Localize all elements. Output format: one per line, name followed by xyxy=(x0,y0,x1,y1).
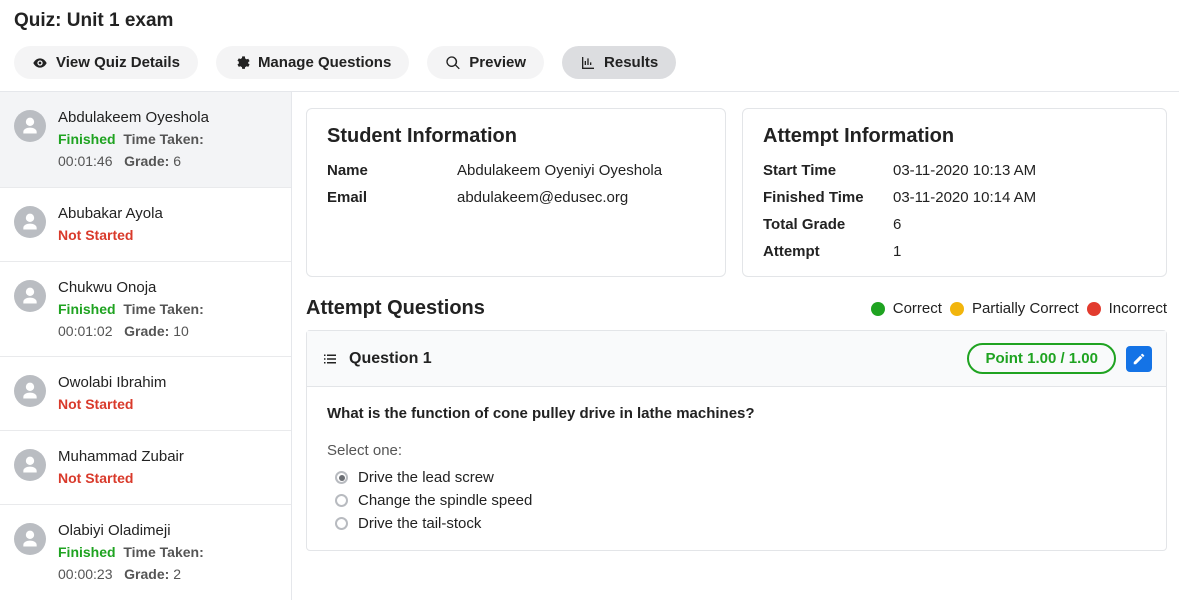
attempt-value: 1 xyxy=(893,243,1146,260)
student-name: Muhammad Zubair xyxy=(58,445,184,468)
dot-correct-icon xyxy=(871,302,885,316)
tab-label: Manage Questions xyxy=(258,54,391,71)
legend-partial: Partially Correct xyxy=(972,300,1079,317)
student-name: Olabiyi Oladimeji xyxy=(58,519,204,542)
time-taken-value: 00:00:23 xyxy=(58,566,113,582)
question-text: What is the function of cone pulley driv… xyxy=(327,405,1146,422)
avatar xyxy=(14,110,46,142)
main-content: Student Information Name Abdulakeem Oyen… xyxy=(292,92,1179,600)
attempt-info-card: Attempt Information Start Time 03-11-202… xyxy=(742,108,1167,277)
student-list-sidebar[interactable]: Abdulakeem Oyeshola Finished Time Taken:… xyxy=(0,92,292,600)
legend-correct: Correct xyxy=(893,300,942,317)
tab-label: Results xyxy=(604,54,658,71)
tab-view-details[interactable]: View Quiz Details xyxy=(14,46,198,79)
student-list-item[interactable]: Muhammad Zubair Not Started xyxy=(0,431,291,505)
student-name: Chukwu Onoja xyxy=(58,276,204,299)
tab-preview[interactable]: Preview xyxy=(427,46,544,79)
tab-label: Preview xyxy=(469,54,526,71)
avatar xyxy=(14,449,46,481)
status-badge: Not Started xyxy=(58,470,133,486)
time-taken-label: Time Taken: xyxy=(123,301,203,317)
finish-time-label: Finished Time xyxy=(763,189,893,206)
grade-label: Grade: xyxy=(124,153,169,169)
gear-icon xyxy=(234,55,250,71)
student-name: Abubakar Ayola xyxy=(58,202,163,225)
student-info-card: Student Information Name Abdulakeem Oyen… xyxy=(306,108,726,277)
student-list-item[interactable]: Abdulakeem Oyeshola Finished Time Taken:… xyxy=(0,92,291,188)
grade-value: 10 xyxy=(173,323,189,339)
student-list-item[interactable]: Chukwu Onoja Finished Time Taken: 00:01:… xyxy=(0,262,291,358)
select-one-label: Select one: xyxy=(327,442,1146,459)
email-value: abdulakeem@edusec.org xyxy=(457,189,705,206)
avatar xyxy=(14,280,46,312)
time-taken-value: 00:01:46 xyxy=(58,153,113,169)
answer-option: Drive the tail-stock xyxy=(335,515,1146,532)
status-badge: Finished xyxy=(58,131,116,147)
time-taken-label: Time Taken: xyxy=(123,544,203,560)
search-icon xyxy=(445,55,461,71)
attempt-questions-title: Attempt Questions xyxy=(306,297,485,320)
legend: Correct Partially Correct Incorrect xyxy=(871,300,1167,317)
grade-value: 6 xyxy=(173,153,181,169)
grade-label: Grade: xyxy=(124,323,169,339)
tab-manage-questions[interactable]: Manage Questions xyxy=(216,46,409,79)
point-badge: Point 1.00 / 1.00 xyxy=(967,343,1116,374)
chart-icon xyxy=(580,55,596,71)
name-label: Name xyxy=(327,162,457,179)
status-badge: Finished xyxy=(58,544,116,560)
question-card: Question 1 Point 1.00 / 1.00 What is the… xyxy=(306,330,1167,551)
option-text: Drive the tail-stock xyxy=(358,515,481,532)
legend-incorrect: Incorrect xyxy=(1109,300,1167,317)
dot-partial-icon xyxy=(950,302,964,316)
student-name: Abdulakeem Oyeshola xyxy=(58,106,209,129)
attempt-label: Attempt xyxy=(763,243,893,260)
answer-option: Drive the lead screw xyxy=(335,469,1146,486)
name-value: Abdulakeem Oyeniyi Oyeshola xyxy=(457,162,705,179)
time-taken-label: Time Taken: xyxy=(123,131,203,147)
status-badge: Finished xyxy=(58,301,116,317)
tabs-bar: View Quiz Details Manage Questions Previ… xyxy=(14,46,1165,91)
time-taken-value: 00:01:02 xyxy=(58,323,113,339)
tab-results[interactable]: Results xyxy=(562,46,676,79)
grade-label: Grade: xyxy=(124,566,169,582)
eye-icon xyxy=(32,55,48,71)
start-time-value: 03-11-2020 10:13 AM xyxy=(893,162,1146,179)
avatar xyxy=(14,206,46,238)
student-list-item[interactable]: Olabiyi Oladimeji Finished Time Taken: 0… xyxy=(0,505,291,600)
email-label: Email xyxy=(327,189,457,206)
tab-label: View Quiz Details xyxy=(56,54,180,71)
answer-option: Change the spindle speed xyxy=(335,492,1146,509)
avatar xyxy=(14,375,46,407)
finish-time-value: 03-11-2020 10:14 AM xyxy=(893,189,1146,206)
student-list-item[interactable]: Abubakar Ayola Not Started xyxy=(0,188,291,262)
radio-icon xyxy=(335,471,348,484)
question-label: Question 1 xyxy=(349,350,432,368)
grade-value: 2 xyxy=(173,566,181,582)
page-title: Quiz: Unit 1 exam xyxy=(14,10,1165,32)
card-title: Attempt Information xyxy=(763,125,1146,148)
radio-icon xyxy=(335,494,348,507)
list-icon xyxy=(321,350,339,368)
student-list-item[interactable]: Owolabi Ibrahim Not Started xyxy=(0,357,291,431)
question-title: Question 1 xyxy=(321,350,432,368)
radio-icon xyxy=(335,517,348,530)
edit-button[interactable] xyxy=(1126,346,1152,372)
student-name: Owolabi Ibrahim xyxy=(58,371,166,394)
dot-incorrect-icon xyxy=(1087,302,1101,316)
option-text: Change the spindle speed xyxy=(358,492,532,509)
start-time-label: Start Time xyxy=(763,162,893,179)
option-text: Drive the lead screw xyxy=(358,469,494,486)
card-title: Student Information xyxy=(327,125,705,148)
avatar xyxy=(14,523,46,555)
pencil-icon xyxy=(1132,352,1146,366)
status-badge: Not Started xyxy=(58,396,133,412)
total-grade-value: 6 xyxy=(893,216,1146,233)
total-grade-label: Total Grade xyxy=(763,216,893,233)
status-badge: Not Started xyxy=(58,227,133,243)
